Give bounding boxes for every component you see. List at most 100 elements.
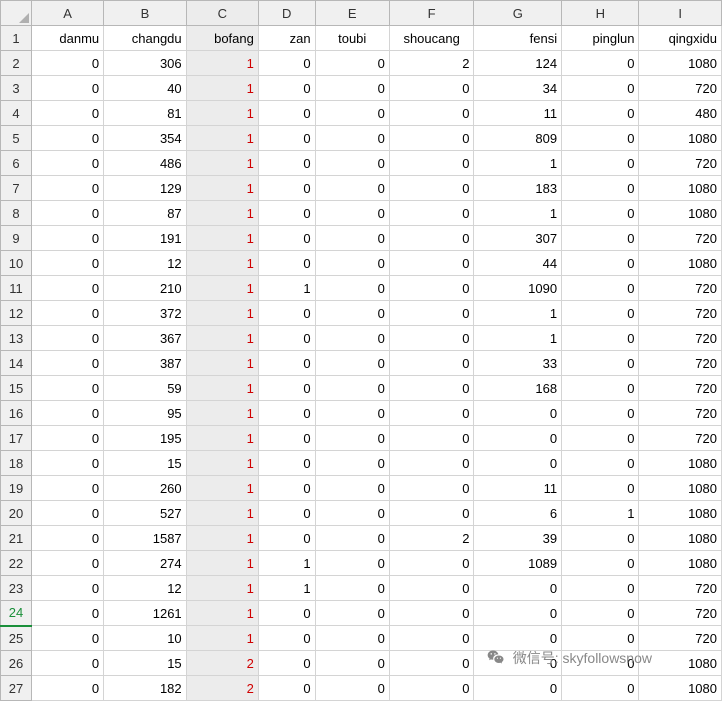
cell-C26[interactable]: 2	[186, 651, 258, 676]
cell-G8[interactable]: 1	[474, 201, 562, 226]
cell-E5[interactable]: 0	[315, 126, 389, 151]
cell-C4[interactable]: 1	[186, 101, 258, 126]
cell-D10[interactable]: 0	[258, 251, 315, 276]
cell-B25[interactable]: 10	[104, 626, 187, 651]
cell-B6[interactable]: 486	[104, 151, 187, 176]
cell-E27[interactable]: 0	[315, 676, 389, 701]
cell-I3[interactable]: 720	[639, 76, 722, 101]
row-header-12[interactable]: 12	[1, 301, 32, 326]
cell-H7[interactable]: 0	[562, 176, 639, 201]
row-header-1[interactable]: 1	[1, 26, 32, 51]
cell-G22[interactable]: 1089	[474, 551, 562, 576]
cell-I19[interactable]: 1080	[639, 476, 722, 501]
cell-C25[interactable]: 1	[186, 626, 258, 651]
row-header-8[interactable]: 8	[1, 201, 32, 226]
cell-F18[interactable]: 0	[389, 451, 474, 476]
cell-I5[interactable]: 1080	[639, 126, 722, 151]
col-header-H[interactable]: H	[562, 1, 639, 26]
cell-D5[interactable]: 0	[258, 126, 315, 151]
cell-G24[interactable]: 0	[474, 601, 562, 626]
cell-G4[interactable]: 11	[474, 101, 562, 126]
cell-E4[interactable]: 0	[315, 101, 389, 126]
col-header-F[interactable]: F	[389, 1, 474, 26]
cell-I7[interactable]: 1080	[639, 176, 722, 201]
cell-A20[interactable]: 0	[31, 501, 103, 526]
cell-A9[interactable]: 0	[31, 226, 103, 251]
spreadsheet-grid[interactable]: A B C D E F G H I 1 danmu changdu bofang…	[0, 0, 722, 701]
cell-G19[interactable]: 11	[474, 476, 562, 501]
cell-B11[interactable]: 210	[104, 276, 187, 301]
cell-A15[interactable]: 0	[31, 376, 103, 401]
cell-E23[interactable]: 0	[315, 576, 389, 601]
cell-F4[interactable]: 0	[389, 101, 474, 126]
cell-F3[interactable]: 0	[389, 76, 474, 101]
cell-B22[interactable]: 274	[104, 551, 187, 576]
cell-F27[interactable]: 0	[389, 676, 474, 701]
cell-H23[interactable]: 0	[562, 576, 639, 601]
cell-C21[interactable]: 1	[186, 526, 258, 551]
cell-A24[interactable]: 0	[31, 601, 103, 626]
cell-D11[interactable]: 1	[258, 276, 315, 301]
cell-H4[interactable]: 0	[562, 101, 639, 126]
cell-E7[interactable]: 0	[315, 176, 389, 201]
cell-B14[interactable]: 387	[104, 351, 187, 376]
cell-A26[interactable]: 0	[31, 651, 103, 676]
cell-I17[interactable]: 720	[639, 426, 722, 451]
cell-D21[interactable]: 0	[258, 526, 315, 551]
cell-F24[interactable]: 0	[389, 601, 474, 626]
cell-A25[interactable]: 0	[31, 626, 103, 651]
cell-I6[interactable]: 720	[639, 151, 722, 176]
cell-H19[interactable]: 0	[562, 476, 639, 501]
col-header-C[interactable]: C	[186, 1, 258, 26]
cell-I16[interactable]: 720	[639, 401, 722, 426]
row-header-15[interactable]: 15	[1, 376, 32, 401]
cell-H16[interactable]: 0	[562, 401, 639, 426]
cell-E19[interactable]: 0	[315, 476, 389, 501]
cell-H8[interactable]: 0	[562, 201, 639, 226]
cell-F7[interactable]: 0	[389, 176, 474, 201]
cell-F2[interactable]: 2	[389, 51, 474, 76]
cell-A5[interactable]: 0	[31, 126, 103, 151]
cell-H17[interactable]: 0	[562, 426, 639, 451]
cell-C3[interactable]: 1	[186, 76, 258, 101]
cell-H10[interactable]: 0	[562, 251, 639, 276]
cell-D17[interactable]: 0	[258, 426, 315, 451]
cell-C14[interactable]: 1	[186, 351, 258, 376]
cell-D22[interactable]: 1	[258, 551, 315, 576]
cell-G6[interactable]: 1	[474, 151, 562, 176]
col-header-B[interactable]: B	[104, 1, 187, 26]
cell-D19[interactable]: 0	[258, 476, 315, 501]
cell-E11[interactable]: 0	[315, 276, 389, 301]
cell-H3[interactable]: 0	[562, 76, 639, 101]
row-header-25[interactable]: 25	[1, 626, 32, 651]
cell-I15[interactable]: 720	[639, 376, 722, 401]
cell-D1[interactable]: zan	[258, 26, 315, 51]
cell-A2[interactable]: 0	[31, 51, 103, 76]
cell-E20[interactable]: 0	[315, 501, 389, 526]
cell-F12[interactable]: 0	[389, 301, 474, 326]
cell-E6[interactable]: 0	[315, 151, 389, 176]
row-header-5[interactable]: 5	[1, 126, 32, 151]
cell-G2[interactable]: 124	[474, 51, 562, 76]
cell-H20[interactable]: 1	[562, 501, 639, 526]
cell-D9[interactable]: 0	[258, 226, 315, 251]
cell-E14[interactable]: 0	[315, 351, 389, 376]
cell-F22[interactable]: 0	[389, 551, 474, 576]
col-header-A[interactable]: A	[31, 1, 103, 26]
row-header-14[interactable]: 14	[1, 351, 32, 376]
cell-B20[interactable]: 527	[104, 501, 187, 526]
cell-E12[interactable]: 0	[315, 301, 389, 326]
cell-E10[interactable]: 0	[315, 251, 389, 276]
cell-A8[interactable]: 0	[31, 201, 103, 226]
cell-D8[interactable]: 0	[258, 201, 315, 226]
cell-G27[interactable]: 0	[474, 676, 562, 701]
cell-D16[interactable]: 0	[258, 401, 315, 426]
cell-A3[interactable]: 0	[31, 76, 103, 101]
cell-A12[interactable]: 0	[31, 301, 103, 326]
cell-I1[interactable]: qingxidu	[639, 26, 722, 51]
cell-B16[interactable]: 95	[104, 401, 187, 426]
cell-H5[interactable]: 0	[562, 126, 639, 151]
cell-E21[interactable]: 0	[315, 526, 389, 551]
cell-A1[interactable]: danmu	[31, 26, 103, 51]
cell-I27[interactable]: 1080	[639, 676, 722, 701]
